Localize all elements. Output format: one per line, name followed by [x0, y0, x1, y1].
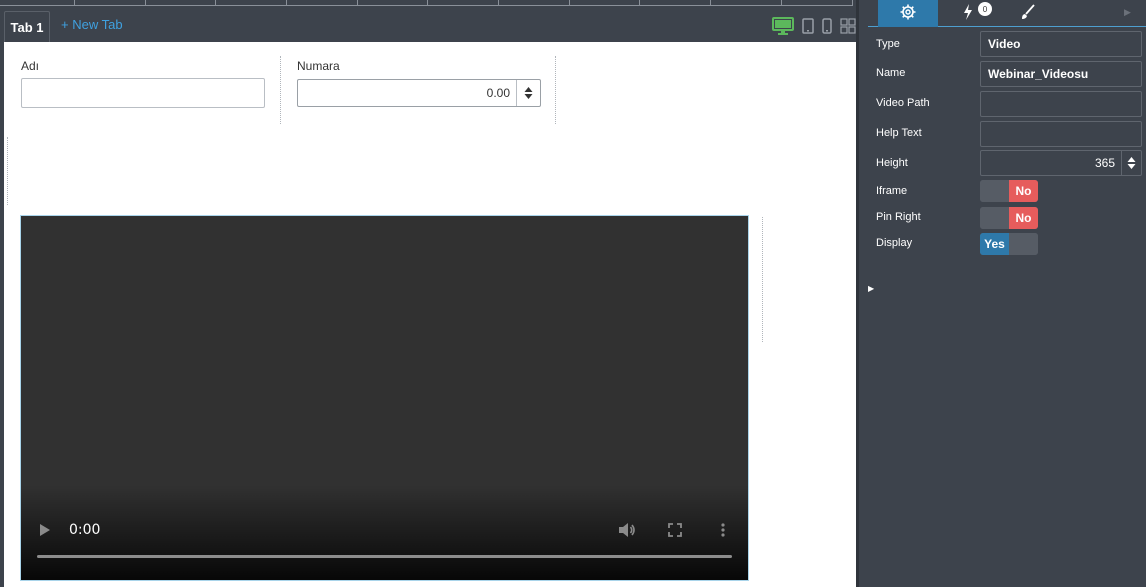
row-divider	[7, 137, 8, 205]
number-value: 0.00	[486, 86, 510, 100]
panel-tabs: 0 ▶	[868, 0, 1146, 27]
tablet-icon[interactable]	[802, 18, 814, 34]
display-label: Display	[876, 237, 913, 249]
column-divider	[280, 56, 281, 124]
height-label: Height	[876, 157, 908, 169]
lightning-icon	[963, 4, 973, 23]
display-toggle-state: Yes	[980, 233, 1009, 255]
pin-right-toggle[interactable]: No	[980, 207, 1038, 229]
video-path-label: Video Path	[876, 97, 930, 109]
number-field-label: Numara	[297, 59, 340, 73]
help-text-label: Help Text	[876, 127, 922, 139]
name-field[interactable]: Webinar_Videosu	[980, 61, 1142, 87]
canvas-scroll-edge	[856, 0, 859, 587]
help-text-field[interactable]	[980, 121, 1142, 147]
events-count-badge: 0	[978, 2, 992, 16]
tab-style[interactable]	[998, 0, 1058, 27]
tab-events[interactable]: 0	[938, 0, 998, 27]
device-switcher	[772, 15, 856, 37]
grid-icon[interactable]	[840, 18, 856, 34]
display-toggle[interactable]: Yes	[980, 233, 1038, 255]
video-time: 0:00	[69, 522, 101, 538]
iframe-toggle-state: No	[1009, 180, 1038, 202]
desktop-icon[interactable]	[772, 17, 794, 35]
pin-right-label: Pin Right	[876, 211, 921, 223]
video-progress-bar[interactable]	[37, 555, 732, 558]
tab-settings[interactable]	[878, 0, 938, 27]
pin-right-toggle-state: No	[1009, 207, 1038, 229]
expand-section-icon[interactable]: ▶	[868, 284, 874, 293]
brush-icon	[1020, 4, 1036, 23]
new-tab-button[interactable]: + New Tab	[61, 17, 123, 32]
volume-icon[interactable]	[618, 521, 636, 539]
number-input[interactable]: 0.00	[297, 79, 541, 107]
name-field-label: Adı	[21, 59, 40, 73]
properties-panel: 0 ▶ Type Video Name Webinar_Videosu Vide…	[868, 0, 1146, 587]
video-controls-gradient	[21, 485, 748, 580]
column-divider	[762, 217, 763, 342]
height-spinner-icon[interactable]	[1121, 151, 1141, 175]
mobile-icon[interactable]	[822, 18, 832, 34]
type-label: Type	[876, 38, 900, 50]
panel-collapse-icon[interactable]: ▶	[1124, 7, 1131, 18]
number-spinner-icon[interactable]	[516, 80, 540, 106]
name-label: Name	[876, 67, 906, 79]
video-path-field[interactable]	[980, 91, 1142, 117]
column-divider	[555, 56, 556, 124]
video-player[interactable]: 0:00	[20, 215, 749, 581]
height-value: 365	[1094, 156, 1115, 170]
tab-bar: Tab 1 + New Tab	[0, 6, 868, 42]
gear-icon	[900, 4, 916, 23]
tab-1[interactable]: Tab 1	[4, 11, 50, 42]
iframe-label: Iframe	[876, 185, 908, 197]
play-icon[interactable]	[37, 522, 53, 538]
fullscreen-icon[interactable]	[667, 522, 683, 538]
height-field[interactable]: 365	[980, 150, 1142, 176]
iframe-toggle[interactable]: No	[980, 180, 1038, 202]
type-field[interactable]: Video	[980, 31, 1142, 57]
more-options-icon[interactable]	[718, 522, 728, 538]
name-input[interactable]	[21, 78, 265, 108]
